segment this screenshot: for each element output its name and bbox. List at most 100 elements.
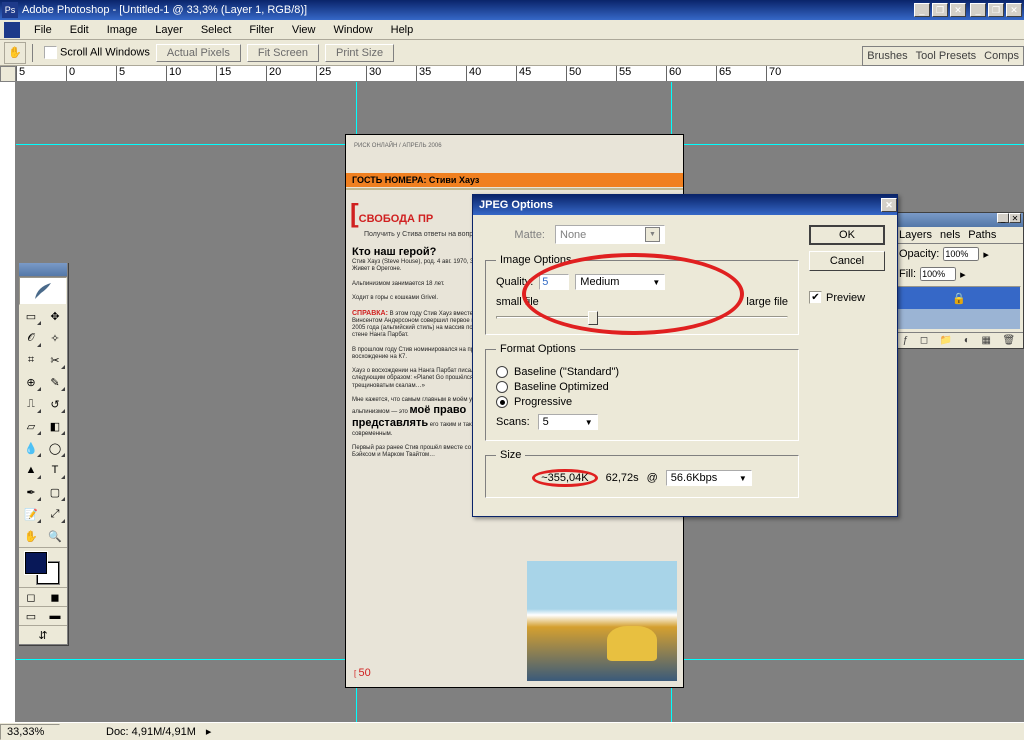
menu-view[interactable]: View	[284, 22, 324, 38]
radio-baseline-optimized[interactable]: Baseline Optimized	[496, 381, 788, 393]
scans-label: Scans:	[496, 416, 530, 428]
gradient-tool-icon[interactable]: ◧	[43, 415, 67, 437]
layer-list[interactable]: 🔒	[897, 286, 1021, 330]
quality-input[interactable]	[539, 274, 569, 290]
layer-row[interactable]: 🔒	[898, 287, 1020, 309]
notes-tool-icon[interactable]: 📝	[19, 503, 43, 525]
stamp-tool-icon[interactable]: ⎍	[19, 393, 43, 415]
marquee-tool-icon[interactable]: ▭	[19, 305, 43, 327]
cancel-button[interactable]: Cancel	[809, 251, 885, 271]
size-kb-annotated: ~355,04K	[532, 469, 597, 487]
menu-edit[interactable]: Edit	[62, 22, 97, 38]
print-size-button[interactable]: Print Size	[325, 44, 394, 62]
ruler-vertical[interactable]	[0, 82, 16, 722]
layers-panel-titlebar[interactable]: _ ✕	[895, 213, 1023, 227]
radio-label: Progressive	[514, 396, 572, 408]
tab-layers[interactable]: Layers	[895, 227, 936, 243]
jump-imageready-icon[interactable]: ⇵	[19, 626, 67, 644]
shape-tool-icon[interactable]: ▢	[43, 481, 67, 503]
dialog-titlebar[interactable]: JPEG Options ✕	[473, 195, 897, 215]
quality-preset-value: Medium	[580, 276, 619, 288]
app-restore-button[interactable]: ❐	[988, 3, 1004, 17]
lasso-tool-icon[interactable]: 𝒪	[19, 327, 43, 349]
chevron-down-icon: ▼	[645, 227, 660, 242]
ruler-tick: 50	[566, 66, 616, 81]
panel-minimize-icon[interactable]: _	[997, 213, 1009, 223]
quality-slider[interactable]	[496, 310, 788, 324]
screen-full-menu-icon[interactable]: ▬	[43, 607, 67, 625]
dialog-close-button[interactable]: ✕	[881, 198, 897, 212]
ruler-origin[interactable]	[0, 66, 16, 82]
slice-tool-icon[interactable]: ✂	[43, 349, 67, 371]
screen-standard-icon[interactable]: ▭	[19, 607, 43, 625]
scans-dropdown[interactable]: 5 ▼	[538, 414, 598, 430]
eyedropper-tool-icon[interactable]: ⤢	[43, 503, 67, 525]
matte-dropdown[interactable]: None ▼	[555, 225, 665, 244]
menu-filter[interactable]: Filter	[241, 22, 281, 38]
zoom-tool-icon[interactable]: 🔍	[43, 525, 67, 547]
quickmask-mode-icon[interactable]: ◼	[43, 588, 67, 606]
standard-mode-icon[interactable]: ◻	[19, 588, 43, 606]
pen-tool-icon[interactable]: ✒	[19, 481, 43, 503]
menu-file[interactable]: File	[26, 22, 60, 38]
scroll-all-checkbox[interactable]: Scroll All Windows	[44, 46, 150, 59]
slider-thumb[interactable]	[588, 311, 598, 325]
hand-tool-icon[interactable]: ✋	[19, 525, 43, 547]
tab-comps[interactable]: Comps	[984, 50, 1019, 62]
zoom-status[interactable]: 33,33%	[0, 724, 60, 740]
radio-baseline-standard[interactable]: Baseline ("Standard")	[496, 366, 788, 378]
wand-tool-icon[interactable]: ✧	[43, 327, 67, 349]
radio-progressive[interactable]: Progressive	[496, 396, 788, 408]
menu-select[interactable]: Select	[193, 22, 240, 38]
dodge-tool-icon[interactable]: ◯	[43, 437, 67, 459]
radio-label: Baseline ("Standard")	[514, 366, 619, 378]
ok-button[interactable]: OK	[809, 225, 885, 245]
doc-close-button[interactable]: ✕	[950, 3, 966, 17]
heal-tool-icon[interactable]: ⊕	[19, 371, 43, 393]
app-close-button[interactable]: ✕	[1006, 3, 1022, 17]
doc-restore-button[interactable]: ❐	[932, 3, 948, 17]
app-minimize-button[interactable]: _	[970, 3, 986, 17]
doc-minimize-button[interactable]: _	[914, 3, 930, 17]
history-brush-tool-icon[interactable]: ↺	[43, 393, 67, 415]
new-folder-icon[interactable]: 📁	[940, 335, 952, 346]
brush-tool-icon[interactable]: ✎	[43, 371, 67, 393]
menu-window[interactable]: Window	[326, 22, 381, 38]
actual-pixels-button[interactable]: Actual Pixels	[156, 44, 241, 62]
layer-mask-icon[interactable]: ◻	[920, 335, 928, 346]
tab-channels[interactable]: nels	[936, 227, 964, 243]
tab-tool-presets[interactable]: Tool Presets	[916, 50, 977, 62]
panel-close-icon[interactable]: ✕	[1009, 213, 1021, 223]
foreground-color-swatch[interactable]	[25, 552, 47, 574]
delete-layer-icon[interactable]: 🗑	[1003, 335, 1016, 346]
adjustment-layer-icon[interactable]: ◐	[964, 335, 970, 346]
hand-tool-icon[interactable]: ✋	[4, 42, 26, 64]
fill-stepper-icon[interactable]: ▸	[960, 268, 966, 281]
fill-label: Fill:	[899, 268, 916, 280]
tab-paths[interactable]: Paths	[964, 227, 1000, 243]
eraser-tool-icon[interactable]: ▱	[19, 415, 43, 437]
opacity-stepper-icon[interactable]: ▸	[983, 248, 989, 261]
new-layer-icon[interactable]: ▦	[981, 335, 990, 346]
blur-tool-icon[interactable]: 💧	[19, 437, 43, 459]
tab-brushes[interactable]: Brushes	[867, 50, 907, 62]
preview-checkbox[interactable]: ✔ Preview	[809, 291, 885, 304]
toolbox-titlebar[interactable]	[19, 263, 67, 277]
path-select-tool-icon[interactable]: ▲	[19, 459, 43, 481]
speed-dropdown[interactable]: 56.6Kbps ▼	[666, 470, 752, 486]
move-tool-icon[interactable]: ✥	[43, 305, 67, 327]
status-menu-icon[interactable]: ▸	[206, 725, 212, 738]
fit-screen-button[interactable]: Fit Screen	[247, 44, 319, 62]
opacity-input[interactable]	[943, 247, 979, 261]
ruler-tick: 20	[266, 66, 316, 81]
menu-help[interactable]: Help	[383, 22, 422, 38]
quality-preset-dropdown[interactable]: Medium ▼	[575, 274, 665, 290]
ruler-horizontal[interactable]: 5 0 5 10 15 20 25 30 35 40 45 50 55 60 6…	[0, 66, 1024, 82]
fill-input[interactable]	[920, 267, 956, 281]
crop-tool-icon[interactable]: ⌗	[19, 349, 43, 371]
layer-fx-icon[interactable]: ƒ	[903, 335, 909, 346]
menu-layer[interactable]: Layer	[147, 22, 191, 38]
menu-image[interactable]: Image	[99, 22, 146, 38]
type-tool-icon[interactable]: T	[43, 459, 67, 481]
adobe-feather-icon[interactable]	[19, 277, 67, 305]
